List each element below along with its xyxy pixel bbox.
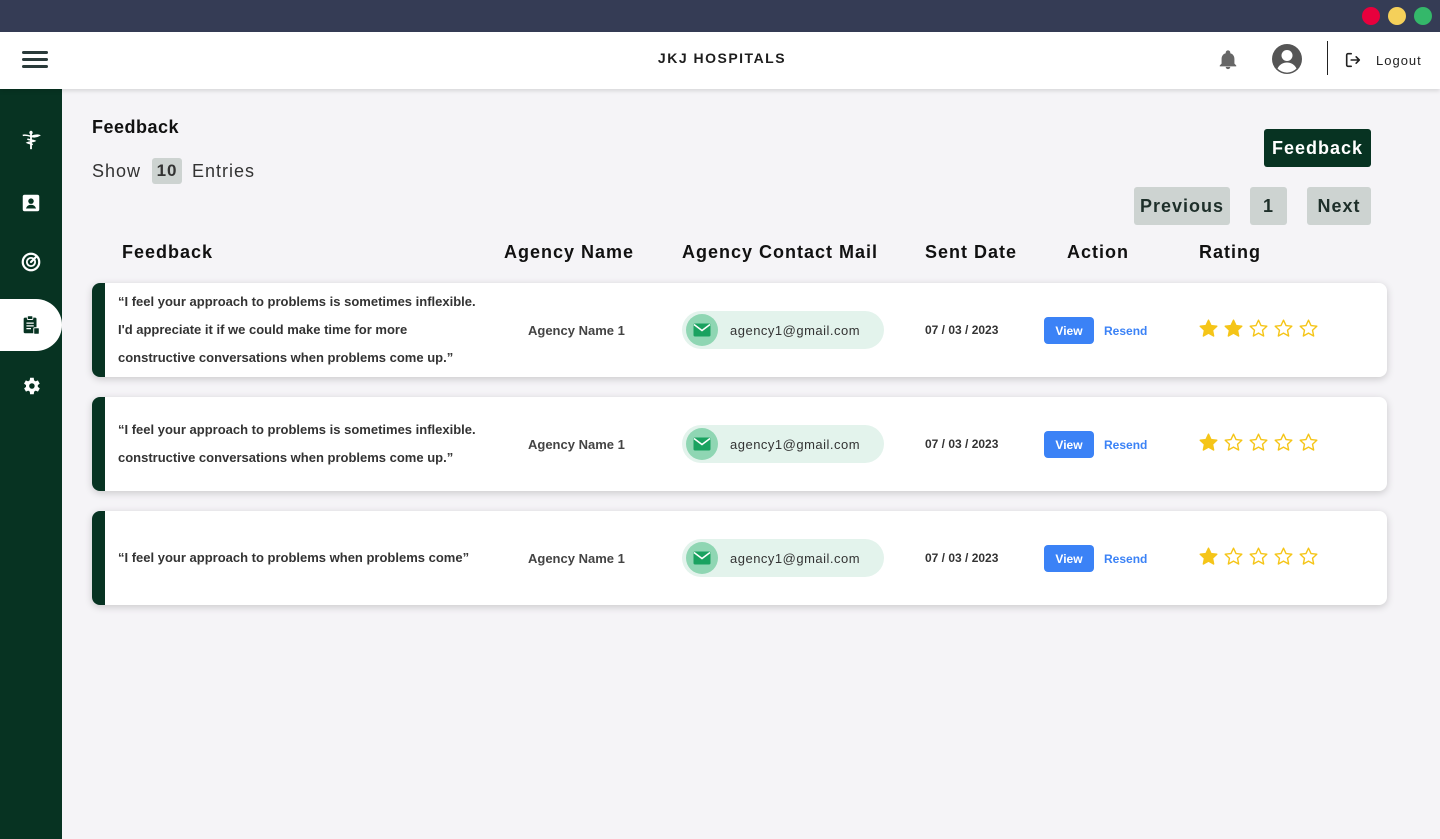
contact-card-icon: [22, 194, 40, 212]
agency-name: Agency Name 1: [528, 550, 625, 566]
clipboard-icon: [23, 315, 40, 335]
rating-stars: [1198, 546, 1319, 567]
feedback-text: “I feel your approach to problems is som…: [118, 294, 476, 365]
sidebar-item-dashboard[interactable]: [0, 236, 62, 288]
table-row: “I feel your approach to problems is som…: [92, 283, 1387, 377]
window-maximize-button[interactable]: [1414, 7, 1432, 25]
show-entries-control: Show 10 Entries: [92, 158, 255, 184]
window-minimize-button[interactable]: [1388, 7, 1406, 25]
rating-stars: [1198, 318, 1319, 339]
star-empty-icon: [1274, 433, 1293, 451]
sidebar-item-settings[interactable]: [0, 360, 62, 412]
column-header-agency-name: Agency Name: [504, 242, 635, 262]
page-title: Feedback: [92, 117, 180, 137]
agency-email-pill: agency1@gmail.com: [682, 311, 884, 349]
resend-button[interactable]: Resend: [1104, 317, 1147, 344]
speedometer-icon: [21, 252, 41, 272]
entries-label: Entries: [192, 160, 256, 181]
sidebar-item-feedback[interactable]: [0, 299, 62, 351]
sent-date: 07 / 03 / 2023: [925, 437, 999, 451]
resend-button[interactable]: Resend: [1104, 545, 1147, 572]
agency-email: agency1@gmail.com: [730, 436, 861, 452]
logout-button[interactable]: Logout: [1344, 49, 1422, 71]
sent-date: 07 / 03 / 2023: [925, 323, 999, 337]
star-empty-icon: [1274, 319, 1293, 337]
star-empty-icon: [1249, 433, 1268, 451]
agency-name: Agency Name 1: [528, 436, 625, 452]
column-header-sent-date: Sent Date: [925, 242, 1018, 262]
star-filled-icon: [1199, 319, 1218, 337]
star-empty-icon: [1299, 319, 1318, 337]
window-close-button[interactable]: [1362, 7, 1380, 25]
mail-icon: [686, 428, 718, 460]
column-header-rating: Rating: [1199, 242, 1261, 262]
star-filled-icon: [1199, 433, 1218, 451]
sidebar-item-medical[interactable]: [0, 114, 62, 166]
star-empty-icon: [1299, 547, 1318, 565]
star-filled-icon: [1199, 547, 1218, 565]
caduceus-icon: [22, 130, 41, 150]
star-empty-icon: [1249, 547, 1268, 565]
agency-name: Agency Name 1: [528, 322, 625, 338]
top-header: JKJ HOSPITALS Logout: [0, 32, 1440, 89]
star-empty-icon: [1224, 547, 1243, 565]
star-empty-icon: [1274, 547, 1293, 565]
view-button[interactable]: View: [1044, 317, 1094, 344]
mail-icon: [686, 314, 718, 346]
feedback-text: “I feel your approach to problems when p…: [118, 550, 470, 565]
column-header-contact-mail: Agency Contact Mail: [682, 242, 879, 262]
sent-date: 07 / 03 / 2023: [925, 551, 999, 565]
rating-stars: [1198, 432, 1319, 453]
agency-email: agency1@gmail.com: [730, 322, 861, 338]
gear-icon: [24, 377, 40, 395]
user-avatar-icon[interactable]: [1271, 43, 1303, 75]
agency-email-pill: agency1@gmail.com: [682, 425, 884, 463]
logout-label: Logout: [1376, 52, 1422, 68]
pagination-next-button[interactable]: Next: [1307, 187, 1371, 225]
view-button[interactable]: View: [1044, 545, 1094, 572]
feedback-text: “I feel your approach to problems is som…: [118, 422, 476, 465]
column-header-feedback: Feedback: [122, 242, 214, 262]
table-row: “I feel your approach to problems is som…: [92, 397, 1387, 491]
pagination-previous-button[interactable]: Previous: [1134, 187, 1230, 225]
resend-button[interactable]: Resend: [1104, 431, 1147, 458]
table-row: “I feel your approach to problems when p…: [92, 511, 1387, 605]
window-titlebar: [0, 0, 1440, 32]
bell-icon[interactable]: [1217, 48, 1239, 72]
logout-icon: [1345, 52, 1361, 68]
star-empty-icon: [1299, 433, 1318, 451]
sidebar-item-contacts[interactable]: [0, 177, 62, 229]
column-header-action: Action: [1067, 242, 1129, 262]
mail-icon: [686, 542, 718, 574]
entries-count-select[interactable]: 10: [152, 158, 183, 184]
star-empty-icon: [1249, 319, 1268, 337]
header-divider: [1327, 41, 1328, 75]
star-filled-icon: [1224, 319, 1243, 337]
pagination-page-button[interactable]: 1: [1250, 187, 1287, 225]
feedback-button[interactable]: Feedback: [1264, 129, 1371, 167]
view-button[interactable]: View: [1044, 431, 1094, 458]
star-empty-icon: [1224, 433, 1243, 451]
show-label: Show: [92, 160, 142, 181]
sidebar: [0, 89, 62, 839]
agency-email-pill: agency1@gmail.com: [682, 539, 884, 577]
agency-email: agency1@gmail.com: [730, 550, 861, 566]
